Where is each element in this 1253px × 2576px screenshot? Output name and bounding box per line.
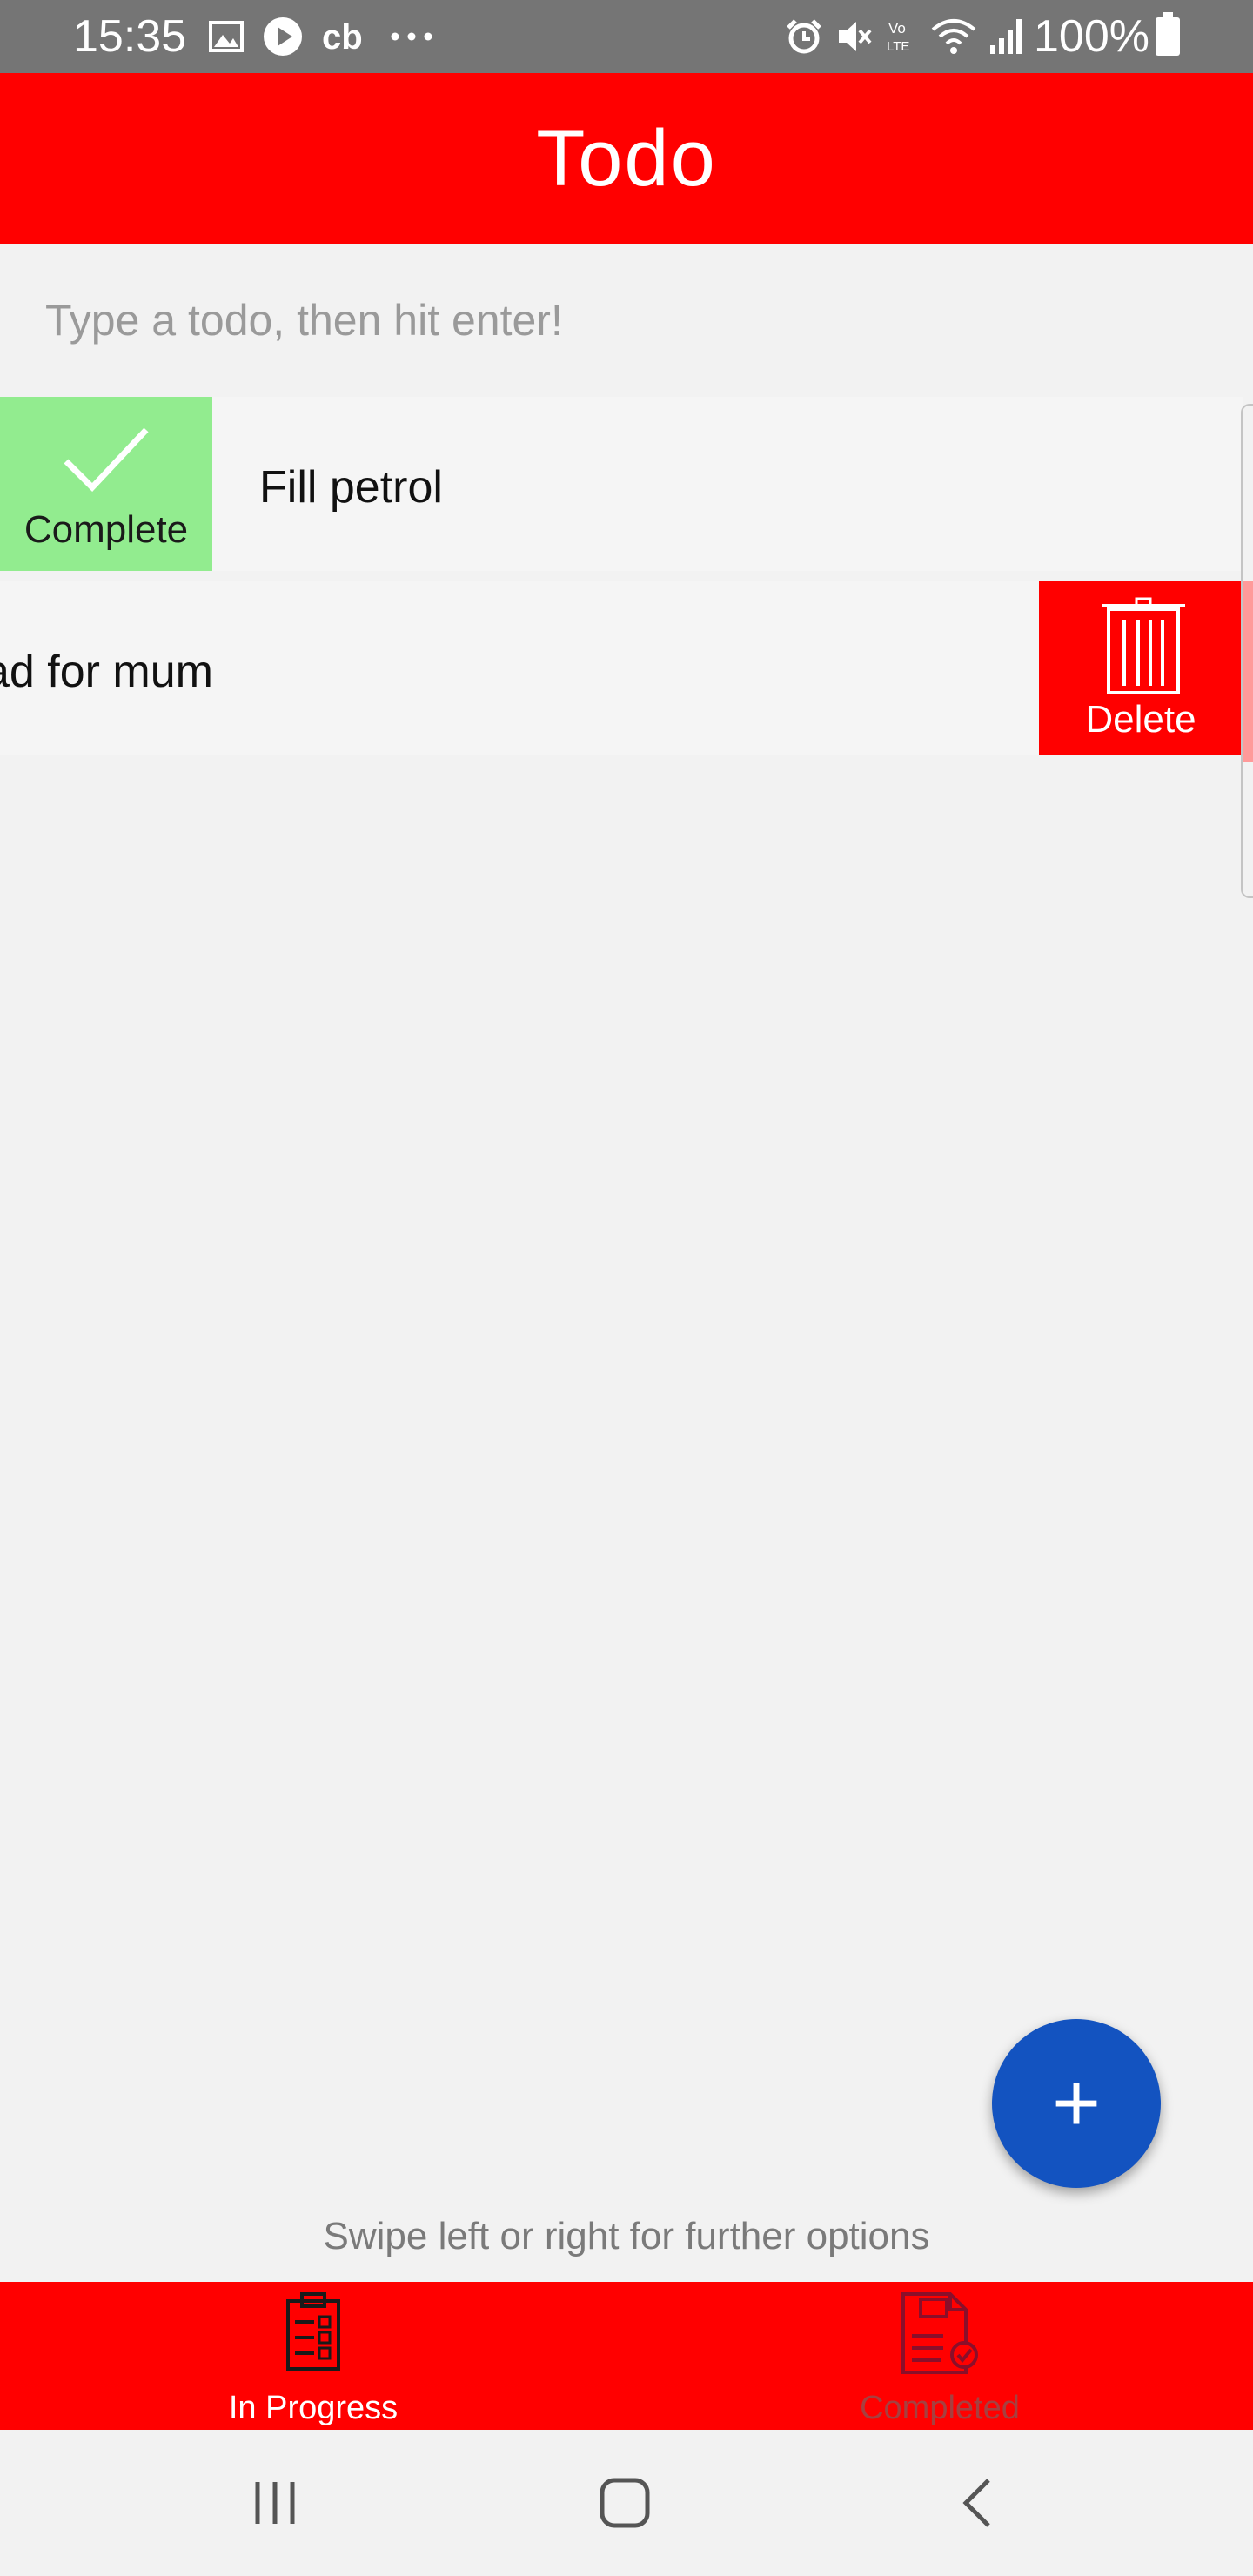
signal-icon — [990, 19, 1022, 54]
play-icon — [264, 17, 302, 56]
more-icon — [391, 32, 432, 41]
mute-icon — [839, 22, 872, 51]
status-left-icons: cb — [209, 12, 433, 61]
system-nav-bar — [0, 2430, 1253, 2576]
recents-icon — [255, 2482, 295, 2524]
check-icon — [64, 427, 149, 493]
trash-icon — [1102, 597, 1185, 694]
back-icon — [962, 2479, 990, 2527]
delete-label: Delete — [1085, 698, 1196, 741]
recents-button[interactable] — [240, 2468, 310, 2538]
status-right-icons: Vo LTE — [785, 12, 1023, 61]
image-icon — [209, 21, 244, 52]
status-bar: 15:35 cb Vo LTE 100% — [0, 0, 1253, 73]
clipboard-list-icon — [286, 2292, 340, 2371]
page-title: Todo — [536, 113, 717, 203]
bottom-nav: In Progress Completed — [0, 2282, 1253, 2430]
home-icon — [600, 2478, 650, 2528]
todo-input[interactable] — [0, 244, 1253, 397]
todo-row[interactable]: Complete Fill petrol — [0, 397, 1243, 571]
complete-action-button[interactable]: Complete — [0, 397, 212, 571]
battery-icon — [1156, 12, 1180, 56]
svg-text:LTE: LTE — [887, 39, 909, 54]
app-bar: Todo — [0, 73, 1253, 244]
alarm-icon — [787, 19, 821, 54]
tab-label: Completed — [860, 2390, 1020, 2426]
svg-text:Vo: Vo — [888, 20, 906, 37]
battery-percent: 100% — [1034, 11, 1149, 62]
todo-text: ad for mum — [0, 647, 213, 697]
todo-text: Fill petrol — [259, 462, 443, 513]
tab-completed[interactable]: Completed — [626, 2282, 1253, 2430]
document-check-icon — [901, 2292, 978, 2374]
complete-label: Complete — [23, 508, 189, 551]
back-button[interactable] — [941, 2468, 1011, 2538]
tab-label: In Progress — [228, 2390, 399, 2426]
swipe-hint: Swipe left or right for further options — [323, 2215, 930, 2257]
volte-icon: Vo LTE — [887, 20, 909, 54]
todo-row[interactable]: ad for mum Delete — [0, 581, 1243, 755]
delete-action-button[interactable]: Delete — [1039, 581, 1243, 755]
status-time: 15:35 — [73, 11, 187, 62]
home-button[interactable] — [590, 2468, 660, 2538]
svg-text:cb: cb — [322, 19, 363, 54]
wifi-icon — [931, 19, 976, 54]
tab-in-progress[interactable]: In Progress — [0, 2282, 626, 2430]
cb-icon: cb — [322, 19, 363, 54]
add-todo-button[interactable]: + — [992, 2019, 1161, 2188]
row-edge-shadow — [1243, 581, 1253, 762]
